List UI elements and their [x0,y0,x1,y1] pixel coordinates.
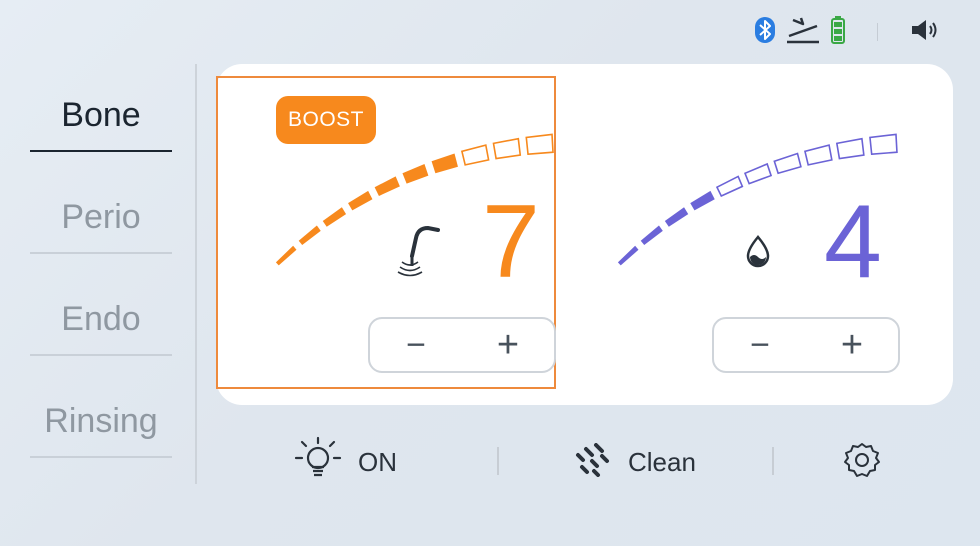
water-gauge-segment-5 [715,175,744,198]
bottom-divider [772,447,774,475]
light-bulb-icon [292,434,344,491]
settings-button[interactable] [843,434,881,490]
water-increase-button[interactable]: + [806,319,898,371]
settings-gear-icon [843,441,881,484]
water-gauge-segment-1 [617,245,639,266]
water-stepper: − + [712,317,900,373]
water-gauge-segment-6 [743,162,773,185]
water-gauge-segment-3 [664,207,689,227]
water-decrease-button[interactable]: − [714,319,806,371]
light-status-label: ON [358,446,397,477]
plus-icon: + [840,323,864,366]
water-gauge-segment-2 [640,225,663,246]
water-gauge-segment-10 [869,133,898,156]
clean-button[interactable]: Clean [574,434,696,490]
water-drop-icon [744,235,772,274]
spray-icon [574,442,614,482]
water-gauge-segment-4 [690,190,715,211]
water-gauge-segment-7 [773,152,802,175]
water-gauge-segment-9 [835,137,865,160]
light-toggle[interactable]: ON [292,434,397,490]
bottom-divider [497,447,499,475]
clean-label: Clean [628,446,696,477]
minus-icon: − [750,325,770,364]
water-gauge-segment-8 [803,144,833,166]
water-level-value: 4 [824,184,882,300]
bottom-bar: ON Clean [0,434,980,490]
